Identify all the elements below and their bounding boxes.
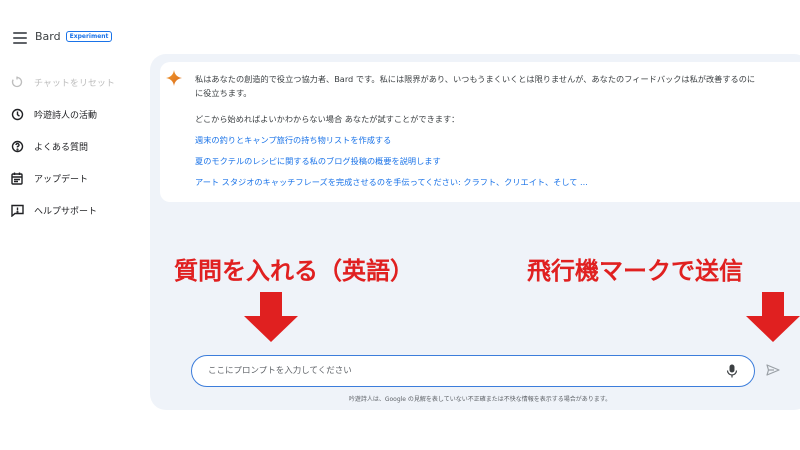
reset-icon — [10, 75, 24, 89]
sidebar-item-updates[interactable]: アップデート — [10, 162, 150, 194]
suggestion-link[interactable]: 夏のモクテルのレシピに関する私のブログ投稿の概要を説明します — [195, 155, 441, 167]
prompt-box — [191, 355, 755, 387]
bard-sparkle-icon — [166, 70, 182, 86]
sidebar: チャットをリセット 吟遊詩人の活動 よくある質問 アップデート ヘルプサポート — [10, 66, 150, 226]
disclaimer-text: 吟遊詩人は、Google の見解を表していない不正確または不快な情報を表示する場… — [348, 396, 612, 403]
sidebar-item-help[interactable]: ヘルプサポート — [10, 194, 150, 226]
history-icon — [10, 107, 24, 121]
sidebar-item-faq[interactable]: よくある質問 — [10, 130, 150, 162]
prompt-input[interactable] — [208, 366, 726, 376]
hint-text: どこから始めればよいかわからない場合 あなたが試すことができます： — [195, 114, 460, 124]
sidebar-item-activity[interactable]: 吟遊詩人の活動 — [10, 98, 150, 130]
intro-text: 私はあなたの創造的で役立つ協力者、Bard です。私には限界があり、いつもうまく… — [195, 72, 800, 100]
suggestion-link[interactable]: アート スタジオのキャッチフレーズを完成させるのを手伝ってください: クラフト、… — [195, 176, 588, 188]
menu-icon[interactable] — [13, 32, 27, 44]
sidebar-item-label: アップデート — [34, 174, 89, 185]
arrow-down-icon — [746, 292, 800, 342]
sidebar-item-label: ヘルプサポート — [34, 206, 98, 217]
app-name: Bard — [35, 30, 61, 43]
help-icon — [10, 139, 24, 153]
suggestion-link[interactable]: 週末の釣りとキャンプ旅行の持ち物リストを作成する — [195, 134, 391, 146]
sidebar-item-reset-chat[interactable]: チャットをリセット — [10, 66, 150, 98]
intro-line: 私はあなたの創造的で役立つ協力者、Bard です。私には限界があり、いつもうまく… — [195, 74, 756, 84]
annotation-right: 飛行機マークで送信 — [527, 257, 743, 285]
calendar-icon — [10, 171, 24, 185]
sidebar-item-label: よくある質問 — [34, 142, 89, 153]
send-icon[interactable] — [766, 364, 780, 376]
brand: Bard Experiment — [35, 30, 113, 43]
microphone-icon[interactable] — [726, 364, 738, 378]
sidebar-item-label: チャットをリセット — [34, 78, 115, 89]
annotation-left: 質問を入れる（英語） — [174, 257, 414, 285]
arrow-down-icon — [244, 292, 298, 342]
sidebar-item-label: 吟遊詩人の活動 — [34, 110, 98, 121]
intro-line: に役立ちます。 — [195, 88, 252, 98]
feedback-icon — [10, 203, 24, 217]
experiment-badge: Experiment — [65, 31, 113, 42]
